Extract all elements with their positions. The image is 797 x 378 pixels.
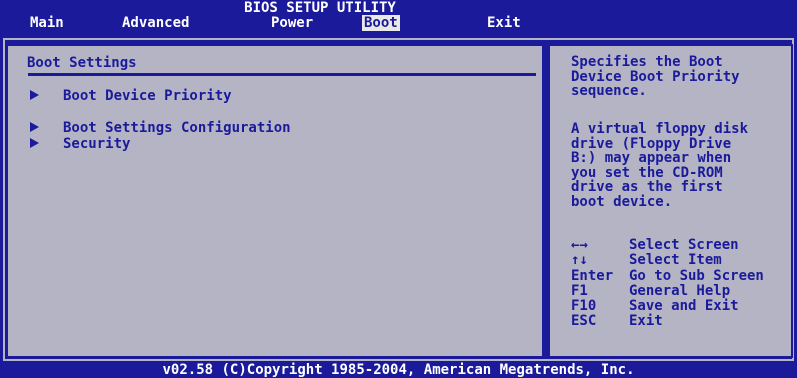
- key-legend: ←→ Select Screen ↑↓ Select Item Enter Go to…: [571, 237, 764, 330]
- key-action: Go to Sub Screen: [629, 267, 764, 284]
- key-action: General Help: [629, 282, 731, 299]
- key-action: Select Screen: [629, 237, 739, 253]
- menu-entry-boot-settings-configuration[interactable]: Boot Settings Configuration: [30, 120, 291, 136]
- key-row-f10: F10 Save and Exit: [571, 298, 764, 315]
- bios-screen: BIOS SETUP UTILITY Main Advanced Power B…: [0, 0, 797, 378]
- menu-entry-label: Security: [63, 136, 131, 152]
- menu-entry-label: Boot Settings Configuration: [63, 120, 291, 136]
- key-label: Enter: [571, 267, 614, 284]
- help-note: A virtual floppy disk drive (Floppy Driv…: [571, 121, 749, 210]
- tab-main[interactable]: Main: [28, 15, 66, 32]
- arrows-left-right-icon: ←→: [571, 237, 588, 253]
- menu-entry-boot-device-priority[interactable]: Boot Device Priority: [30, 88, 232, 104]
- tab-exit[interactable]: Exit: [485, 15, 523, 32]
- section-divider: [28, 73, 536, 76]
- key-row-select-screen: ←→ Select Screen: [571, 237, 764, 253]
- submenu-arrow-icon: [30, 90, 39, 100]
- key-label: ESC: [571, 313, 597, 330]
- section-title: Boot Settings: [27, 55, 137, 71]
- window-title: BIOS SETUP UTILITY: [244, 0, 396, 16]
- tab-boot[interactable]: Boot: [361, 14, 401, 32]
- key-label: F1: [571, 282, 588, 299]
- key-row-enter: Enter Go to Sub Screen: [571, 267, 764, 284]
- tab-power[interactable]: Power: [269, 15, 315, 32]
- key-label: F10: [571, 298, 597, 315]
- key-row-f1: F1 General Help: [571, 282, 764, 299]
- key-row-esc: ESC Exit: [571, 313, 764, 330]
- arrows-up-down-icon: ↑↓: [571, 252, 588, 269]
- key-action: Save and Exit: [629, 298, 739, 315]
- tab-advanced[interactable]: Advanced: [120, 15, 191, 32]
- submenu-arrow-icon: [30, 122, 39, 132]
- key-action: Exit: [629, 313, 663, 330]
- help-description: Specifies the Boot Device Boot Priority …: [571, 54, 740, 99]
- menu-entry-security[interactable]: Security: [30, 136, 130, 152]
- submenu-arrow-icon: [30, 138, 39, 148]
- top-menu: Main Advanced Power Boot Exit: [0, 14, 797, 32]
- copyright-footer: v02.58 (C)Copyright 1985-2004, American …: [162, 362, 635, 378]
- key-row-select-item: ↑↓ Select Item: [571, 252, 764, 269]
- menu-entry-label: Boot Device Priority: [63, 88, 232, 104]
- key-action: Select Item: [629, 252, 722, 269]
